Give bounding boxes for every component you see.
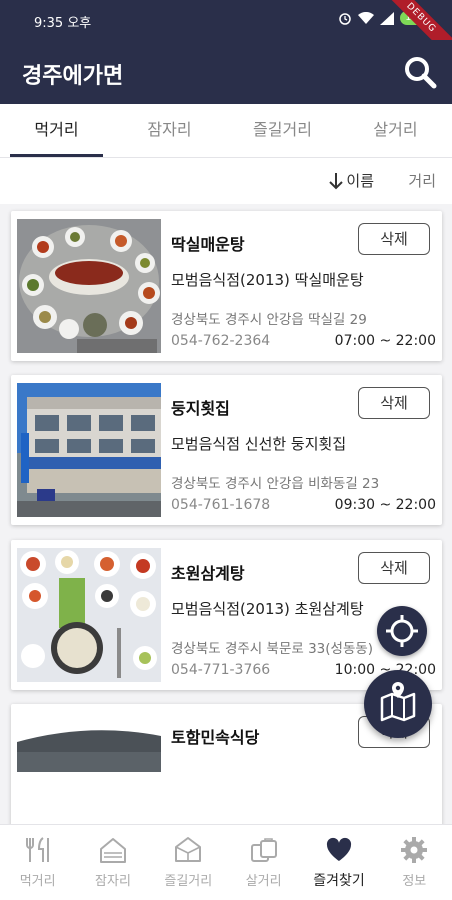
heart-icon — [326, 837, 352, 861]
nav-info[interactable]: 정보 — [377, 825, 452, 900]
restaurant-description: 모범음식점(2013) 초원삼계탕 — [171, 600, 364, 618]
restaurant-address: 경상북도 경주시 안강읍 딱실길 29 — [171, 312, 367, 328]
restaurant-photo — [17, 383, 161, 517]
restaurant-phone[interactable]: 054-771-3766 — [171, 662, 270, 678]
status-time: 9:35 오후 — [34, 16, 92, 31]
restaurant-description: 모범음식점(2013) 딱실매운탕 — [171, 271, 364, 289]
restaurant-card[interactable]: 둥지횟집 삭제 모범음식점 신선한 둥지횟집 경상북도 경주시 안강읍 비화동길… — [11, 375, 442, 525]
restaurant-name: 딱실매운탕 — [171, 235, 245, 254]
restaurant-address: 경상북도 경주시 북문로 33(성동동) — [171, 641, 374, 657]
tab-food[interactable]: 먹거리 — [0, 104, 113, 157]
delete-button[interactable]: 삭제 — [358, 552, 430, 584]
nav-food[interactable]: 먹거리 — [0, 825, 75, 900]
search-icon[interactable] — [402, 54, 438, 90]
restaurant-card[interactable]: 딱실매운탕 삭제 모범음식점(2013) 딱실매운탕 경상북도 경주시 안강읍 … — [11, 211, 442, 361]
restaurant-name: 초원삼계탕 — [171, 564, 245, 583]
map-icon — [380, 682, 416, 722]
nav-info-label: 정보 — [402, 874, 427, 889]
map-view-button[interactable] — [364, 670, 432, 738]
fork-knife-icon — [25, 837, 49, 862]
tab-lodging[interactable]: 잠자리 — [113, 104, 226, 157]
status-bar: 9:35 오후 100 DEBUG — [0, 0, 452, 63]
nav-attractions[interactable]: 즐길거리 — [151, 825, 226, 900]
restaurant-photo — [17, 548, 161, 682]
delete-button[interactable]: 삭제 — [358, 387, 430, 419]
alarm-icon — [339, 13, 351, 25]
sort-bar: 이름 거리 — [0, 158, 452, 204]
restaurant-hours: 07:00 ~ 22:00 — [334, 333, 436, 349]
nav-shopping[interactable]: 살거리 — [226, 825, 301, 900]
nav-favorites[interactable]: 즐겨찾기 — [301, 825, 376, 900]
restaurant-name: 토함민속식당 — [171, 728, 260, 747]
restaurant-photo — [17, 712, 161, 824]
restaurant-hours: 09:30 ~ 22:00 — [334, 497, 436, 513]
sort-name-label: 이름 — [346, 172, 374, 190]
restaurant-phone[interactable]: 054-761-1678 — [171, 497, 270, 513]
tab-attractions[interactable]: 즐길거리 — [226, 104, 339, 157]
category-tabs: 먹거리 잠자리 즐길거리 살거리 — [0, 104, 452, 158]
house-icon — [99, 838, 126, 863]
nav-attractions-label: 즐길거리 — [164, 874, 213, 889]
restaurant-description: 모범음식점 신선한 둥지횟집 — [171, 435, 347, 453]
signal-icon — [380, 11, 394, 25]
gps-target-icon — [386, 615, 418, 647]
restaurant-photo — [17, 219, 161, 353]
nav-shopping-label: 살거리 — [245, 874, 282, 889]
nav-lodging[interactable]: 잠자리 — [75, 825, 150, 900]
my-location-button[interactable] — [377, 606, 427, 656]
gear-icon — [401, 837, 428, 863]
app-title: 경주에가면 — [22, 64, 124, 89]
nav-lodging-label: 잠자리 — [95, 874, 131, 889]
wifi-icon — [358, 11, 374, 24]
arrow-down-icon — [329, 172, 344, 189]
restaurant-address: 경상북도 경주시 안강읍 비화동길 23 — [171, 476, 380, 492]
restaurant-phone[interactable]: 054-762-2364 — [171, 333, 270, 349]
restaurant-name: 둥지횟집 — [171, 399, 230, 418]
sort-by-distance-button[interactable]: 거리 — [408, 170, 436, 191]
nav-food-label: 먹거리 — [19, 874, 56, 889]
app-bar: 경주에가면 — [0, 40, 452, 104]
delete-button[interactable]: 삭제 — [358, 223, 430, 255]
nav-favorites-label: 즐겨찾기 — [313, 873, 365, 889]
tab-shopping[interactable]: 살거리 — [339, 104, 452, 157]
tent-icon — [175, 837, 202, 862]
shopping-bag-icon — [250, 838, 277, 862]
bottom-navigation: 먹거리 잠자리 즐길거리 살거리 즐겨찾기 정보 — [0, 824, 452, 900]
sort-by-name-button[interactable]: 이름 — [329, 170, 374, 191]
